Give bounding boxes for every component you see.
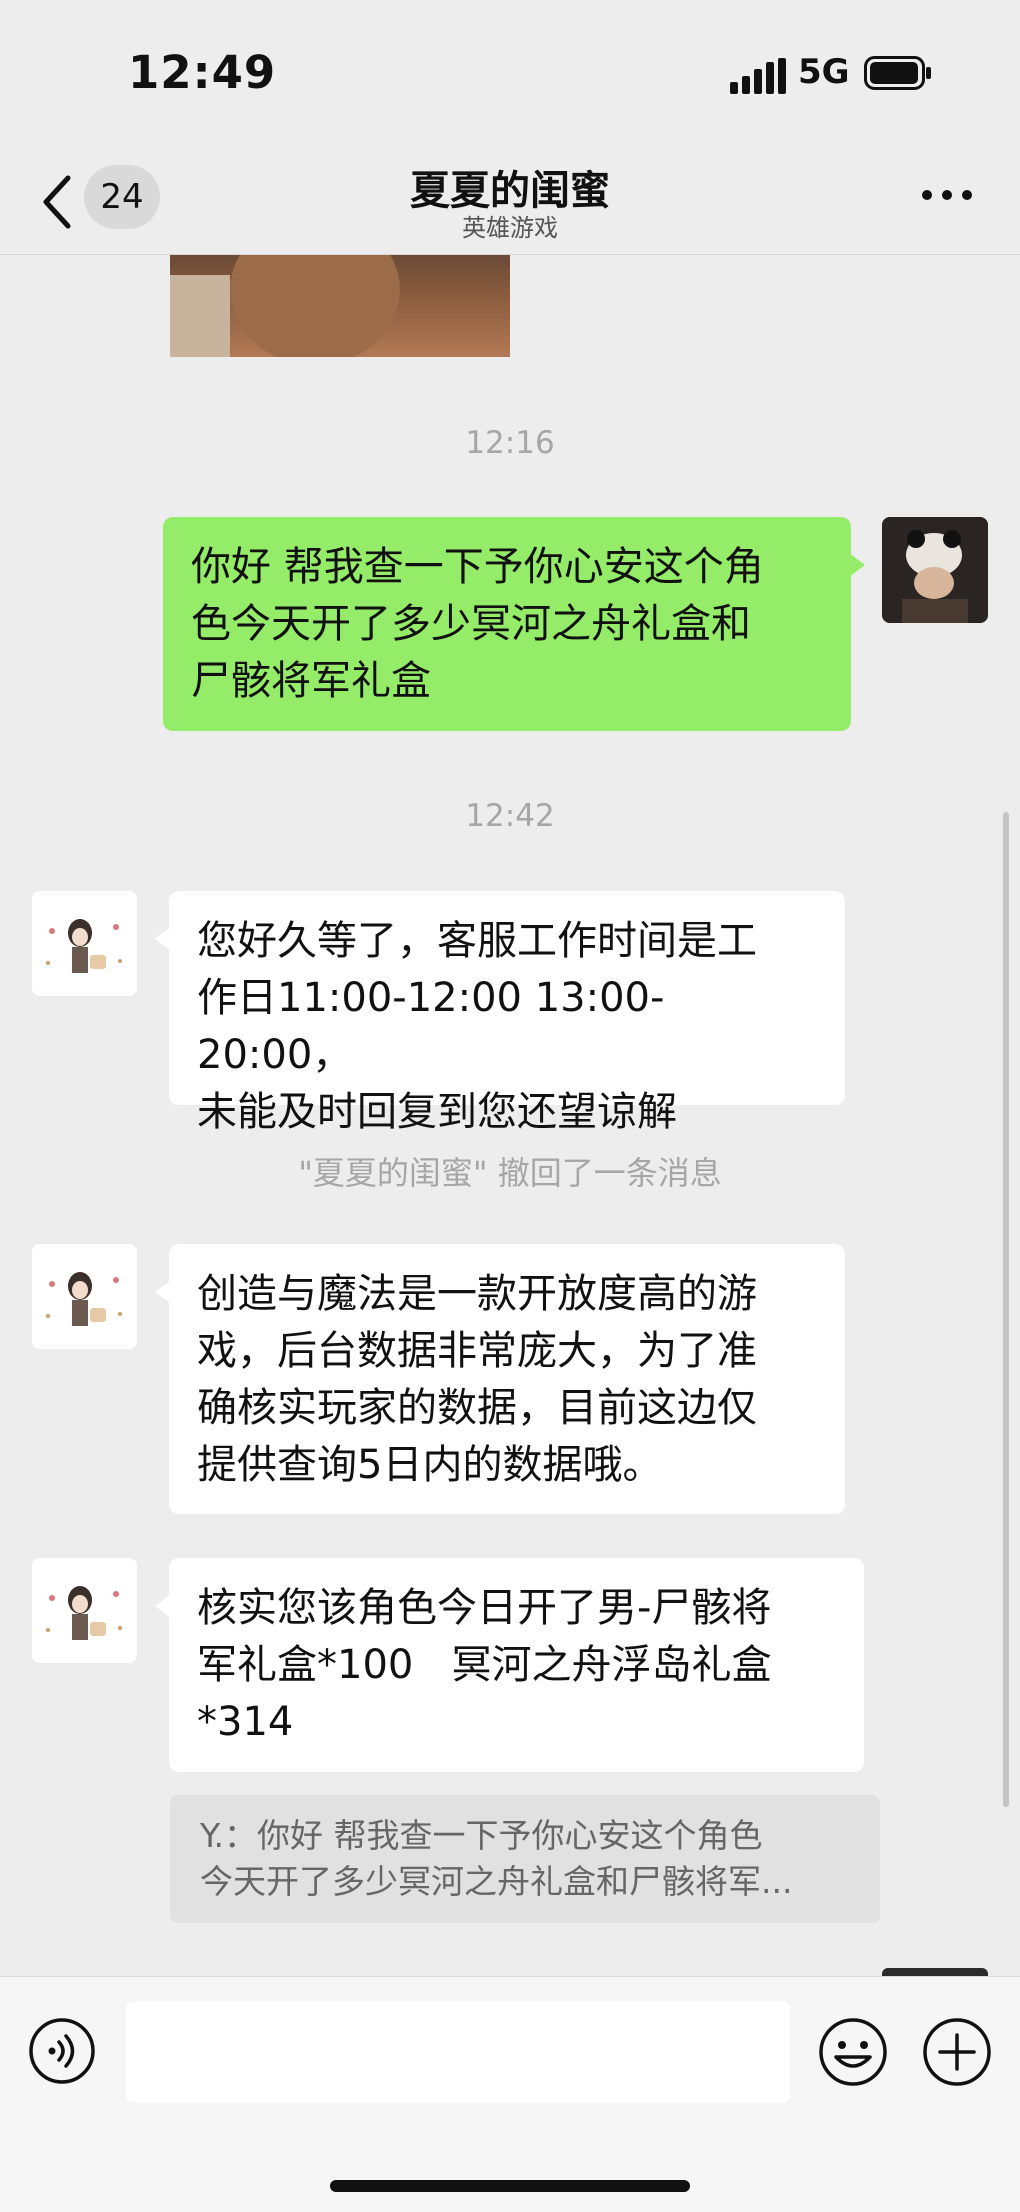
avatar-image: [882, 517, 988, 623]
image-message[interactable]: [170, 255, 510, 357]
emoji-icon[interactable]: [818, 2017, 888, 2087]
message-input[interactable]: [126, 2001, 790, 2103]
more-icon[interactable]: [920, 185, 974, 205]
message-bubble-me[interactable]: 你好 帮我查一下予你心安这个角 色今天开了多少冥河之舟礼盒和 尸骸将军礼盒: [163, 517, 865, 731]
contact-avatar[interactable]: [32, 1558, 137, 1663]
signal-icon: [730, 58, 786, 94]
timestamp: 12:42: [465, 798, 555, 834]
message-bubble-other[interactable]: 核实您该角色今日开了男-尸骸将 军礼盒*100 冥河之舟浮岛礼盒 *314: [155, 1558, 864, 1772]
input-bar: [0, 1976, 1020, 2212]
plus-icon[interactable]: [922, 2017, 992, 2087]
recall-notice: "夏夏的闺蜜" 撤回了一条消息: [298, 1154, 722, 1192]
avatar-image: [32, 891, 137, 996]
message-bubble-other[interactable]: 创造与魔法是一款开放度高的游 戏，后台数据非常庞大，为了准 确核实玩家的数据，目…: [155, 1244, 845, 1514]
quote-line: 今天开了多少冥河之舟礼盒和尸骸将军...: [200, 1862, 793, 1901]
avatar-image: [32, 1244, 137, 1349]
timestamp: 12:16: [465, 425, 555, 461]
my-avatar[interactable]: [882, 517, 988, 623]
chat-subtitle: 英雄游戏: [462, 214, 558, 242]
status-bar: 12:49 5G: [0, 0, 1020, 150]
avatar-image: [32, 1558, 137, 1663]
scrollbar[interactable]: [1003, 812, 1009, 1807]
chat-area[interactable]: 12:16 你好 帮我查一下予你心安这个角 色今天开了多少冥河之舟礼盒和 尸骸将…: [0, 255, 1020, 1973]
battery-icon: [864, 56, 931, 90]
voice-icon[interactable]: [28, 2017, 96, 2085]
status-time: 12:49: [128, 46, 277, 99]
chat-header: 24 夏夏的闺蜜 英雄游戏: [0, 150, 1020, 255]
contact-avatar[interactable]: [32, 891, 137, 996]
contact-avatar[interactable]: [32, 1244, 137, 1349]
message-bubble-other[interactable]: 您好久等了，客服工作时间是工 作日11:00-12:00 13:00-20:00…: [155, 891, 845, 1135]
quoted-message[interactable]: Y.：你好 帮我查一下予你心安这个角色 今天开了多少冥河之舟礼盒和尸骸将军...: [170, 1795, 880, 1923]
my-avatar: [882, 1968, 988, 1976]
quote-line: Y.：你好 帮我查一下予你心安这个角色: [200, 1816, 763, 1855]
home-indicator[interactable]: [330, 2180, 690, 2192]
network-type: 5G: [798, 52, 850, 92]
